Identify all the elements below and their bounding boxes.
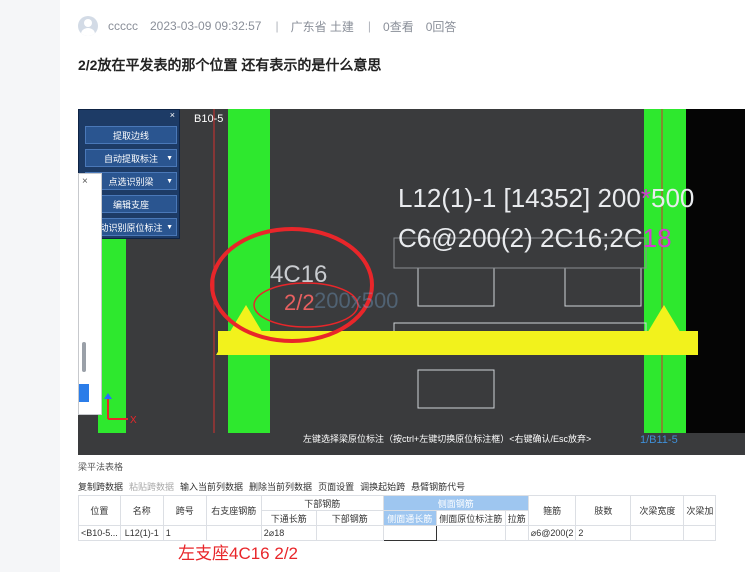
extract-edge-button[interactable]: 提取边线 — [85, 126, 177, 144]
stirrup-tail: 18 — [642, 223, 672, 253]
table-group-header-row: 位置 名称 跨号 右支座钢筋 下部钢筋 侧面钢筋 箍筋 肢数 次梁宽度 次梁加 — [78, 495, 717, 526]
post-meta: ccccc 2023-03-09 09:32:57 | 广东省 土建 | 0查看… — [78, 16, 468, 36]
table-cell-selected[interactable] — [382, 525, 437, 541]
chevron-down-icon: ▼ — [166, 177, 173, 185]
table-title: 梁平法表格 — [78, 462, 124, 472]
beam-table-panel: 梁平法表格 复制跨数据 粘贴跨数据 输入当前列数据 删除当前列数据 页面设置 调… — [78, 455, 745, 572]
location-tag: 广东省 土建 — [290, 19, 354, 34]
cad-canvas: X 200x500 B10-5 L12(1)-1 [14352] 200*500… — [78, 93, 745, 455]
table-header: 箍筋 — [527, 495, 577, 526]
support-ratio-label[interactable]: 2/2 — [284, 290, 315, 316]
ghost-label: 200x500 — [314, 288, 398, 313]
delete-column-button[interactable]: 删除当前列数据 — [249, 480, 312, 493]
table-cell[interactable] — [504, 525, 529, 541]
button-label: 编辑支座 — [112, 199, 149, 210]
table-cell[interactable]: <B10-5... — [78, 525, 121, 541]
stirrup-label[interactable]: C6@200(2) 2C16;2C18 — [398, 223, 672, 254]
view-count: 0查看 — [383, 19, 414, 34]
table-header: 位置 — [78, 495, 121, 526]
axis-label-top: B10-5 — [194, 113, 224, 125]
swap-start-span-button[interactable]: 调换起始跨 — [360, 480, 405, 493]
table-header: 下部钢筋 — [315, 510, 384, 526]
table-header: 次梁宽度 — [630, 495, 685, 526]
table-cell[interactable]: ⌀6@200(2 — [527, 525, 577, 541]
table-cell[interactable] — [683, 525, 717, 541]
beam-table: 位置 名称 跨号 右支座钢筋 下部钢筋 侧面钢筋 箍筋 肢数 次梁宽度 次梁加 … — [78, 495, 717, 541]
avatar[interactable] — [78, 16, 98, 36]
table-header: 侧面原位标注筋 — [435, 510, 506, 526]
table-cell[interactable] — [435, 525, 506, 541]
button-label: 自动提取标注 — [103, 153, 158, 164]
question-title: 2/2放在平发表的那个位置 还有表示的是什么意思 — [78, 57, 382, 73]
table-cell[interactable] — [630, 525, 685, 541]
table-group-header: 侧面钢筋 — [382, 495, 529, 511]
cantilever-code-button[interactable]: 悬臂钢筋代号 — [411, 480, 465, 493]
table-row[interactable]: <B10-5... L12(1)-1 1 2⌀18 ⌀6@200(2 2 — [78, 525, 717, 541]
chevron-down-icon: ▼ — [166, 223, 173, 231]
post-card: ccccc 2023-03-09 09:32:57 | 广东省 土建 | 0查看… — [60, 0, 745, 572]
axis-label-bottom: 1/B11-5 — [640, 434, 678, 446]
side-popup[interactable]: × — [78, 173, 102, 415]
table-header: 右支座钢筋 — [205, 495, 262, 526]
timestamp: 2023-03-09 09:32:57 — [150, 19, 262, 33]
stirrup-text: C6@200(2) 2C16;2C — [398, 223, 643, 253]
beam-star: * — [640, 183, 651, 213]
table-header: 侧面通长筋 — [382, 510, 437, 526]
button-label: 点选识别梁 — [108, 176, 154, 187]
popup-accent-button[interactable] — [79, 384, 89, 402]
beam-name-label[interactable]: L12(1)-1 [14352] 200*500 — [398, 183, 694, 214]
table-header: 肢数 — [575, 495, 632, 526]
table-group-header: 下部钢筋 — [260, 495, 384, 511]
input-column-button[interactable]: 输入当前列数据 — [180, 480, 243, 493]
annotation-caption: 左支座4C16 2/2 — [178, 544, 298, 563]
button-label: 提取边线 — [112, 130, 149, 141]
table-header: 跨号 — [162, 495, 207, 526]
table-cell[interactable] — [315, 525, 384, 541]
auto-extract-label-button[interactable]: 自动提取标注 ▼ — [85, 149, 177, 167]
username[interactable]: ccccc — [108, 19, 138, 33]
support-rebar-label[interactable]: 4C16 — [270, 261, 327, 289]
beam-height: 500 — [650, 183, 695, 213]
separator: | — [275, 19, 279, 33]
question-screenshot[interactable]: X 200x500 B10-5 L12(1)-1 [14352] 200*500… — [78, 93, 745, 572]
paste-span-button[interactable]: 粘贴跨数据 — [129, 480, 174, 493]
table-header: 名称 — [119, 495, 164, 526]
table-cell[interactable]: L12(1)-1 — [119, 525, 164, 541]
table-header: 下通长筋 — [260, 510, 317, 526]
page-setup-button[interactable]: 页面设置 — [318, 480, 354, 493]
separator: | — [367, 19, 372, 33]
answer-count: 0回答 — [425, 19, 457, 34]
scrollbar-thumb[interactable] — [82, 342, 86, 372]
table-header: 拉筋 — [504, 510, 529, 526]
table-cell[interactable]: 2 — [575, 525, 632, 541]
table-toolbar: 复制跨数据 粘贴跨数据 输入当前列数据 删除当前列数据 页面设置 调换起始跨 悬… — [78, 480, 471, 493]
beam-name-text: L12(1)-1 [14352] 200 — [398, 183, 641, 213]
svg-text:X: X — [130, 415, 137, 426]
chevron-down-icon: ▼ — [166, 154, 173, 162]
copy-span-button[interactable]: 复制跨数据 — [78, 480, 123, 493]
panel-close-icon[interactable]: × — [170, 110, 175, 120]
table-header: 次梁加 — [683, 495, 717, 526]
button-label: 动识别原位标注 — [99, 222, 163, 233]
popup-close-icon[interactable]: × — [82, 176, 88, 187]
